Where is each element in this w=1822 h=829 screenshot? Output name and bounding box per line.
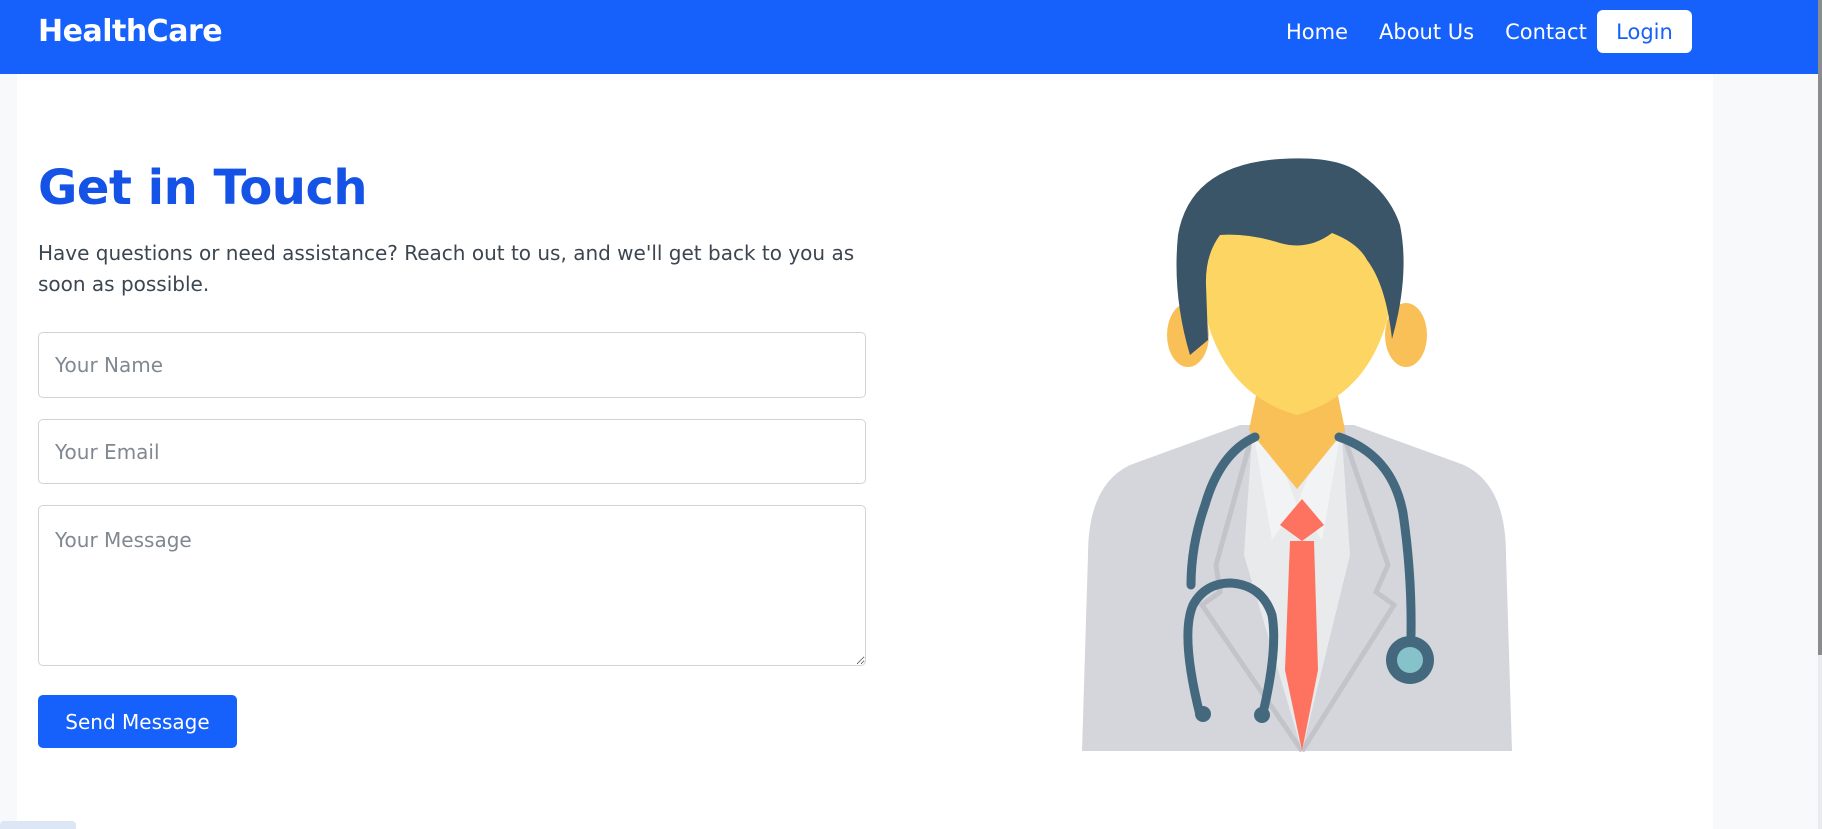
scrollbar-thumb[interactable]: [1818, 0, 1822, 655]
nav-link-about[interactable]: About Us: [1379, 18, 1474, 46]
earpiece-left-tip: [1195, 706, 1211, 722]
nav-link-home[interactable]: Home: [1286, 18, 1348, 46]
page-subtitle: Have questions or need assistance? Reach…: [38, 241, 855, 296]
email-input[interactable]: [38, 419, 866, 484]
message-textarea[interactable]: [38, 505, 866, 666]
brand-logo[interactable]: HealthCare: [38, 14, 223, 49]
earpiece-right-tip: [1254, 707, 1270, 723]
top-navbar: HealthCare Home About Us Contact Login: [0, 0, 1818, 74]
bottom-edge-tab: [0, 821, 76, 829]
nav-link-contact[interactable]: Contact: [1505, 18, 1587, 46]
login-button[interactable]: Login: [1597, 10, 1692, 53]
doctor-illustration: [1082, 158, 1512, 753]
nav-links: Home About Us Contact: [1286, 18, 1618, 46]
send-message-button[interactable]: Send Message: [38, 695, 237, 748]
chestpiece-diaphragm: [1397, 647, 1423, 673]
name-input[interactable]: [38, 332, 866, 398]
page-title: Get in Touch: [38, 160, 368, 216]
